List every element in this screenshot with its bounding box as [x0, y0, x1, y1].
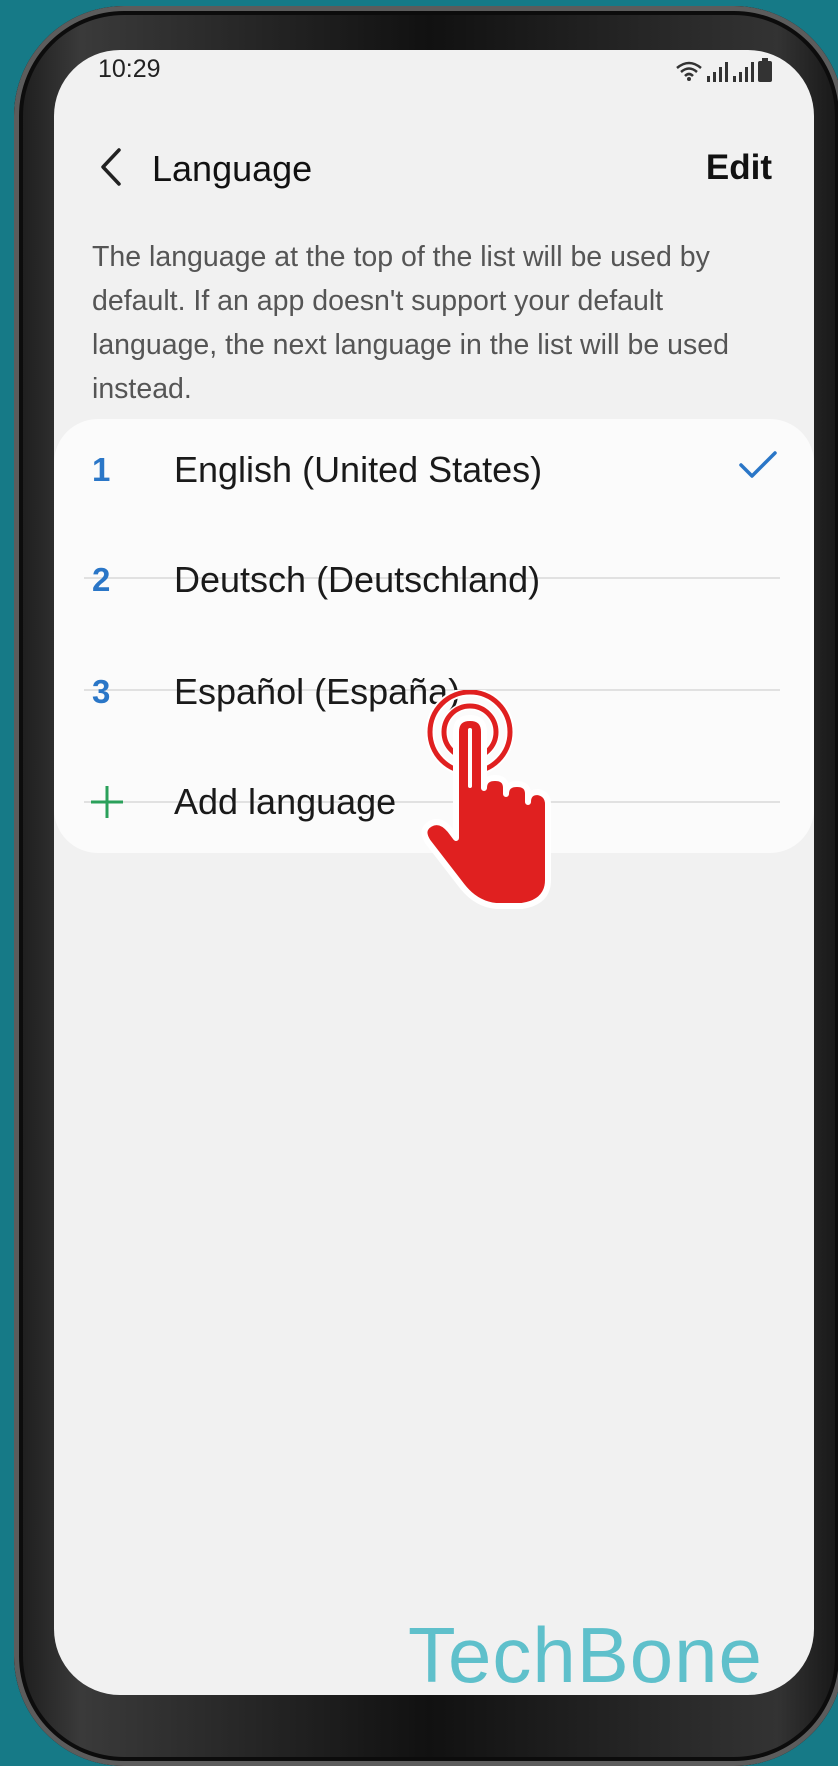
page-title: Language	[152, 148, 313, 189]
app-bar: Language Edit	[54, 130, 814, 210]
status-time: 10:29	[98, 55, 161, 83]
plus-icon	[91, 786, 123, 818]
status-icons	[676, 58, 772, 82]
language-item-deutsch[interactable]: 2 Deutsch (Deutschland)	[54, 529, 814, 639]
check-icon	[739, 451, 777, 478]
language-number: 3	[92, 673, 111, 710]
signal-icon	[733, 62, 754, 82]
chevron-left-icon	[101, 148, 121, 186]
language-item-english[interactable]: 1 English (United States)	[54, 419, 814, 529]
tap-hand-icon	[421, 690, 551, 909]
back-button[interactable]	[86, 142, 136, 192]
watermark-logo: TechBone	[408, 1611, 763, 1699]
language-number: 2	[92, 561, 111, 598]
language-label: English (United States)	[174, 449, 543, 490]
signal-icon	[707, 62, 728, 82]
wifi-icon	[676, 61, 702, 81]
edit-button[interactable]: Edit	[706, 148, 772, 188]
language-number: 1	[92, 451, 111, 488]
add-language-label: Add language	[174, 781, 397, 822]
status-bar: 10:29	[54, 50, 814, 98]
language-label: Deutsch (Deutschland)	[174, 559, 541, 600]
description-text: The language at the top of the list will…	[92, 240, 729, 405]
battery-icon	[758, 58, 772, 82]
